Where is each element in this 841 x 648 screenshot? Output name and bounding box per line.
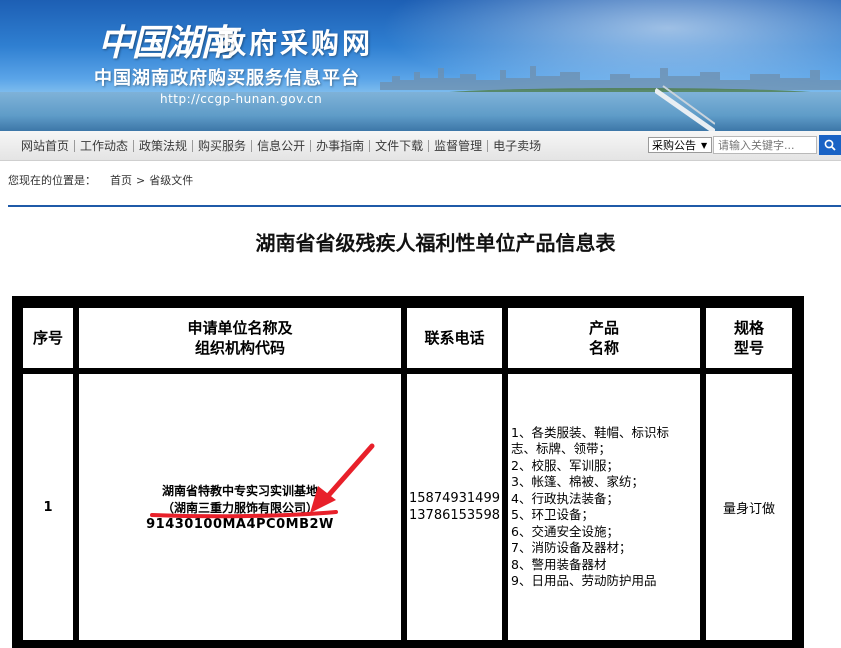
nav-items: 网站首页 工作动态 政策法规 购买服务 信息公开 办事指南 文件下载 监督管理 … xyxy=(16,131,546,160)
phone-number-2: 13786153598 xyxy=(409,508,500,523)
product-item: 4、行政执法装备； xyxy=(511,490,619,506)
header-seq: 序号 xyxy=(23,308,73,368)
product-item: 8、警用装备器材 xyxy=(511,556,607,572)
org-name: 湖南省特教中专实习实训基地 xyxy=(161,483,318,498)
breadcrumb-separator: > xyxy=(136,173,146,187)
search-icon xyxy=(824,139,836,151)
bridge-graphic xyxy=(655,85,715,131)
product-item: 7、消防设备及器材； xyxy=(511,540,632,555)
table-row-org: 湖南省特教中专实习实训基地 （湖南三重力服饰有限公司） 91430100MA4P… xyxy=(79,374,401,640)
product-item: 5、环卫设备； xyxy=(511,507,594,522)
product-item: 2、校服、军训服； xyxy=(511,457,619,473)
product-item: 志、标牌、领带； xyxy=(511,441,612,456)
site-url: http://ccgp-hunan.gov.cn xyxy=(160,92,323,106)
header-product-line1: 产品 xyxy=(588,319,619,337)
city-skyline-graphic xyxy=(380,66,841,90)
breadcrumb-prefix: 您现在的位置是： xyxy=(8,174,96,187)
header-org-line1: 申请单位名称及 xyxy=(187,319,293,337)
page-title: 湖南省省级残疾人福利性单位产品信息表 xyxy=(255,231,616,255)
org-code: 91430100MA4PC0MB2W xyxy=(146,516,334,532)
nav-item-downloads[interactable]: 文件下载 xyxy=(370,137,428,154)
product-item: 6、交通安全设施； xyxy=(511,523,619,539)
content-divider xyxy=(8,205,841,207)
breadcrumb-home-link[interactable]: 首页 xyxy=(110,172,132,188)
header-phone-label: 联系电话 xyxy=(424,329,485,347)
nav-item-news[interactable]: 工作动态 xyxy=(75,137,133,154)
product-item: 3、帐篷、棉被、家纺； xyxy=(511,474,644,489)
search-category-value: 采购公告 xyxy=(652,139,696,152)
header-org-line2: 组织机构代码 xyxy=(194,339,285,357)
nav-item-home[interactable]: 网站首页 xyxy=(16,137,74,154)
spec-value: 量身订做 xyxy=(722,501,775,517)
table-row-products: 1、各类服装、鞋帽、标识标 志、标牌、领带； 2、校服、军训服； 3、帐篷、棉被… xyxy=(508,374,700,640)
phone-number-1: 15874931499 xyxy=(409,491,500,506)
header-product: 产品 名称 xyxy=(508,308,700,368)
header-spec-line1: 规格 xyxy=(733,319,764,337)
table-row-spec: 量身订做 xyxy=(706,374,792,640)
search-category-select[interactable]: 采购公告 ▼ xyxy=(648,137,712,153)
logo-calligraphy: 中国湖南 xyxy=(98,22,236,64)
nav-item-purchase-service[interactable]: 购买服务 xyxy=(193,137,251,154)
header-banner: 中国湖南 政府采购网 中国湖南政府购买服务信息平台 http://ccgp-hu… xyxy=(0,0,841,131)
org-company-name: （湖南三重力服饰有限公司） xyxy=(161,500,318,515)
search-button[interactable] xyxy=(819,135,841,155)
header-product-line2: 名称 xyxy=(588,339,619,357)
nav-item-info-disclosure[interactable]: 信息公开 xyxy=(252,137,310,154)
nav-item-policy[interactable]: 政策法规 xyxy=(134,137,192,154)
nav-item-guide[interactable]: 办事指南 xyxy=(311,137,369,154)
nav-item-e-mall[interactable]: 电子卖场 xyxy=(488,137,546,154)
table-row-phone: 15874931499 13786153598 xyxy=(407,374,502,640)
site-subtitle: 中国湖南政府购买服务信息平台 xyxy=(94,68,360,89)
product-item: 1、各类服装、鞋帽、标识标 xyxy=(511,424,669,440)
breadcrumb: 您现在的位置是： 首页 > 省级文件 xyxy=(8,172,193,188)
product-info-table: 序号 申请单位名称及 组织机构代码 联系电话 产品 名称 规格 型号 1 湖南省… xyxy=(12,296,804,648)
search-input[interactable] xyxy=(713,136,817,154)
header-org: 申请单位名称及 组织机构代码 xyxy=(79,308,401,368)
nav-item-supervision[interactable]: 监督管理 xyxy=(429,137,487,154)
header-spec: 规格 型号 xyxy=(706,308,792,368)
site-title: 政府采购网 xyxy=(218,27,374,60)
breadcrumb-current[interactable]: 省级文件 xyxy=(149,172,193,188)
header-phone: 联系电话 xyxy=(407,308,502,368)
row-seq-value: 1 xyxy=(43,499,53,515)
header-spec-line2: 型号 xyxy=(733,339,764,357)
table-row-seq: 1 xyxy=(23,374,73,640)
product-item: 9、日用品、劳动防护用品 xyxy=(511,573,657,588)
product-list: 1、各类服装、鞋帽、标识标 志、标牌、领带； 2、校服、军训服； 3、帐篷、棉被… xyxy=(511,425,669,590)
header-seq-label: 序号 xyxy=(32,329,63,347)
chevron-down-icon: ▼ xyxy=(701,140,708,150)
